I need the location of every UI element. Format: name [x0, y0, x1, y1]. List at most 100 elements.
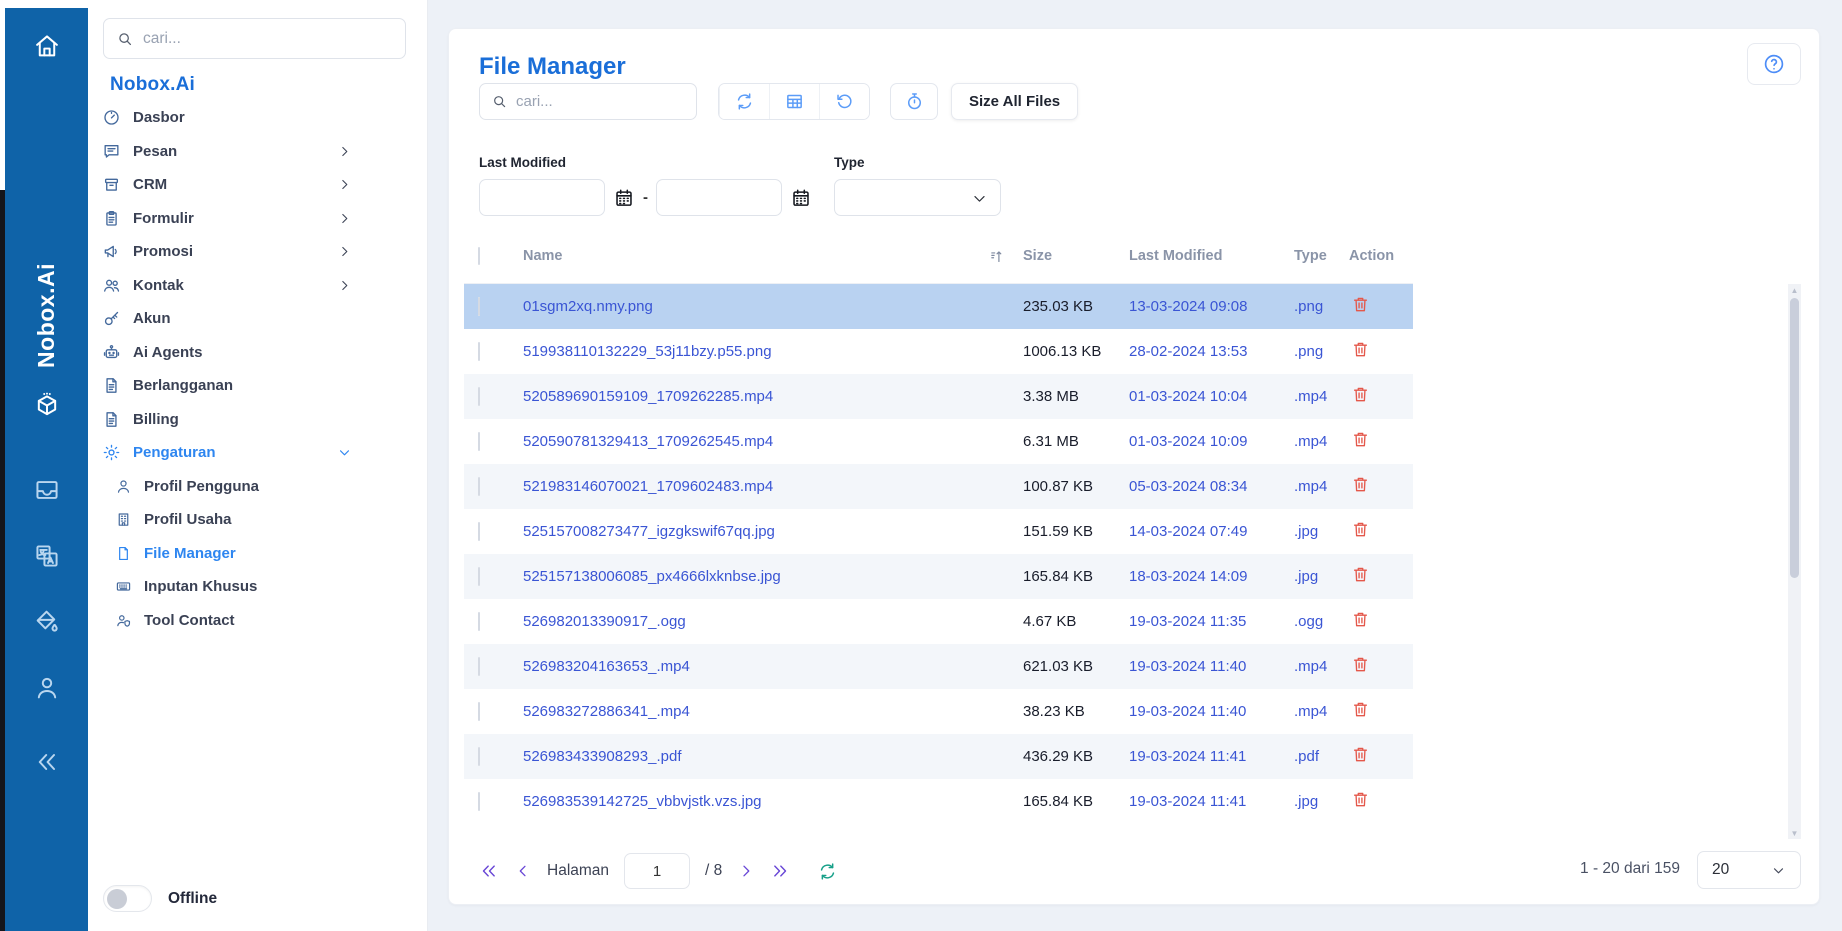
sidebar-item[interactable]: Dasbor	[102, 101, 352, 135]
sidebar-item[interactable]: Ai Agents	[102, 336, 352, 370]
file-size: 436.29 KB	[1023, 748, 1129, 765]
sidebar-item[interactable]: Akun	[102, 302, 352, 336]
table-row[interactable]: 519938110132229_53j11bzy.p55.png 1006.13…	[464, 329, 1413, 374]
file-search-input[interactable]	[516, 93, 685, 110]
file-name-link[interactable]: 526983204163653_.mp4	[510, 658, 1023, 675]
table-scrollbar[interactable]: ▲ ▼	[1788, 284, 1801, 839]
row-checkbox[interactable]	[478, 522, 480, 541]
trash-icon[interactable]	[1351, 790, 1370, 809]
rail-home-button[interactable]	[5, 32, 88, 60]
trash-icon[interactable]	[1351, 385, 1370, 404]
chevron-right-icon[interactable]	[737, 862, 755, 880]
calendar-icon[interactable]	[613, 187, 635, 209]
trash-icon[interactable]	[1351, 655, 1370, 674]
file-name-link[interactable]: 526982013390917_.ogg	[510, 613, 1023, 630]
date-to-input[interactable]	[656, 179, 782, 216]
sidebar-subitem[interactable]: Inputan Khusus	[102, 570, 352, 604]
trash-icon[interactable]	[1351, 700, 1370, 719]
row-checkbox[interactable]	[478, 747, 480, 766]
page-number-input[interactable]	[624, 853, 690, 889]
offline-toggle[interactable]	[103, 885, 152, 912]
file-name-link[interactable]: 525157138006085_px4666lxknbse.jpg	[510, 568, 1023, 585]
row-checkbox[interactable]	[478, 657, 480, 676]
rail-user-button[interactable]	[5, 674, 88, 702]
type-select[interactable]	[834, 179, 1001, 216]
sidebar-item[interactable]: Kontak	[102, 269, 352, 303]
select-all-checkbox[interactable]	[478, 247, 480, 265]
trash-icon[interactable]	[1351, 565, 1370, 584]
file-name-link[interactable]: 521983146070021_1709602483.mp4	[510, 478, 1023, 495]
table-row[interactable]: 526983433908293_.pdf 436.29 KB 19-03-202…	[464, 734, 1413, 779]
chevron-left-icon[interactable]	[514, 862, 532, 880]
sidebar-item[interactable]: CRM	[102, 168, 352, 202]
sidebar-subitem[interactable]: Tool Contact	[102, 604, 352, 638]
row-checkbox[interactable]	[478, 702, 480, 721]
trash-icon[interactable]	[1351, 295, 1370, 314]
row-checkbox[interactable]	[478, 567, 480, 586]
sidebar-item[interactable]: Berlangganan	[102, 369, 352, 403]
table-row[interactable]: 520589690159109_1709262285.mp4 3.38 MB 0…	[464, 374, 1413, 419]
size-all-files-button[interactable]: Size All Files	[951, 83, 1078, 120]
file-name-link[interactable]: 526983539142725_vbbvjstk.vzs.jpg	[510, 793, 1023, 810]
table-row[interactable]: 526983539142725_vbbvjstk.vzs.jpg 165.84 …	[464, 779, 1413, 824]
sync-icon[interactable]	[817, 861, 838, 882]
rail-collapse-button[interactable]	[5, 748, 88, 776]
file-name-link[interactable]: 525157008273477_igzgkswif67qq.jpg	[510, 523, 1023, 540]
rail-translate-button[interactable]	[5, 542, 88, 570]
file-name-link[interactable]: 526983272886341_.mp4	[510, 703, 1023, 720]
table-row[interactable]: 526982013390917_.ogg 4.67 KB 19-03-2024 …	[464, 599, 1413, 644]
table-row[interactable]: 526983272886341_.mp4 38.23 KB 19-03-2024…	[464, 689, 1413, 734]
row-checkbox[interactable]	[478, 792, 480, 811]
trash-icon[interactable]	[1351, 520, 1370, 539]
sidebar-item[interactable]: Promosi	[102, 235, 352, 269]
rail-paint-button[interactable]	[5, 608, 88, 636]
sidebar-item[interactable]: Pesan	[102, 135, 352, 169]
page-size-select[interactable]: 20	[1697, 851, 1801, 889]
row-checkbox[interactable]	[478, 477, 480, 496]
file-name-link[interactable]: 526983433908293_.pdf	[510, 748, 1023, 765]
row-checkbox[interactable]	[478, 612, 480, 631]
help-button[interactable]	[1747, 43, 1801, 85]
chevrons-left-icon[interactable]	[479, 861, 499, 881]
trash-icon[interactable]	[1351, 475, 1370, 494]
trash-icon[interactable]	[1351, 430, 1370, 449]
sidebar-subitem[interactable]: Profil Usaha	[102, 503, 352, 537]
rail-inbox-button[interactable]	[5, 476, 88, 504]
toolbar-icon-button[interactable]	[719, 84, 769, 119]
table-row[interactable]: 01sgm2xq.nmy.png 235.03 KB 13-03-2024 09…	[464, 284, 1413, 329]
sidebar-subitem[interactable]: Profil Pengguna	[102, 470, 352, 504]
file-search[interactable]	[479, 83, 697, 120]
sidebar-item[interactable]: Billing	[102, 403, 352, 437]
sidebar-item[interactable]: Pengaturan	[102, 436, 352, 470]
table-row[interactable]: 525157138006085_px4666lxknbse.jpg 165.84…	[464, 554, 1413, 599]
date-from-input[interactable]	[479, 179, 605, 216]
file-name-link[interactable]: 01sgm2xq.nmy.png	[510, 298, 1023, 315]
file-name-link[interactable]: 519938110132229_53j11bzy.p55.png	[510, 343, 1023, 360]
scroll-up-arrow[interactable]: ▲	[1788, 284, 1801, 296]
file-name-link[interactable]: 520590781329413_1709262545.mp4	[510, 433, 1023, 450]
table-row[interactable]: 526983204163653_.mp4 621.03 KB 19-03-202…	[464, 644, 1413, 689]
toolbar-icon-button[interactable]	[769, 84, 819, 119]
sidebar-search[interactable]	[103, 18, 406, 59]
sort-icon[interactable]	[988, 248, 1005, 265]
timer-button[interactable]	[890, 83, 938, 120]
scrollbar-thumb[interactable]	[1790, 298, 1799, 578]
trash-icon[interactable]	[1351, 610, 1370, 629]
toolbar-icon-button[interactable]	[819, 84, 869, 119]
table-row[interactable]: 525157008273477_igzgkswif67qq.jpg 151.59…	[464, 509, 1413, 554]
scroll-down-arrow[interactable]: ▼	[1788, 827, 1801, 839]
trash-icon[interactable]	[1351, 745, 1370, 764]
sidebar-search-input[interactable]	[143, 30, 393, 48]
row-checkbox[interactable]	[478, 432, 480, 451]
row-checkbox[interactable]	[478, 297, 480, 316]
table-row[interactable]: 520590781329413_1709262545.mp4 6.31 MB 0…	[464, 419, 1413, 464]
file-name-link[interactable]: 520589690159109_1709262285.mp4	[510, 388, 1023, 405]
sidebar-item[interactable]: Formulir	[102, 202, 352, 236]
row-checkbox[interactable]	[478, 387, 480, 406]
sidebar-subitem[interactable]: File Manager	[102, 537, 352, 571]
table-row[interactable]: 521983146070021_1709602483.mp4 100.87 KB…	[464, 464, 1413, 509]
calendar-icon[interactable]	[790, 187, 812, 209]
row-checkbox[interactable]	[478, 342, 480, 361]
chevrons-right-icon[interactable]	[770, 861, 790, 881]
trash-icon[interactable]	[1351, 340, 1370, 359]
